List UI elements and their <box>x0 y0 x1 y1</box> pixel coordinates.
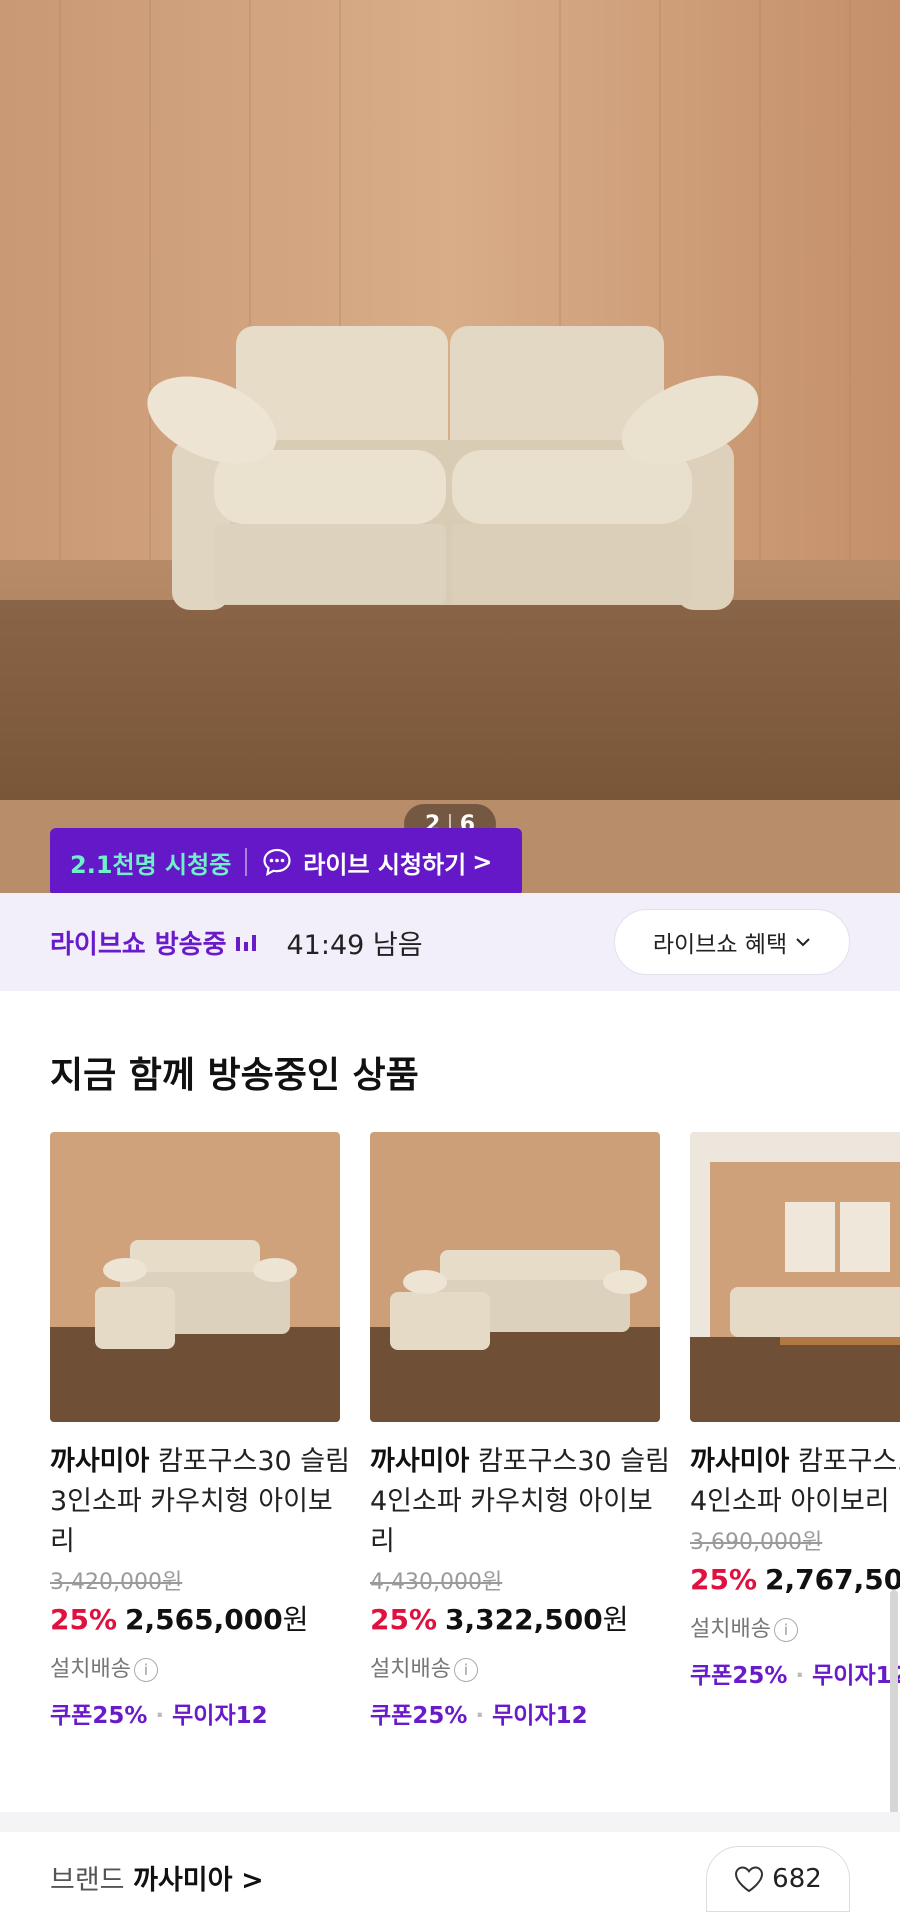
product-card[interactable]: 까사미아 캄포구스30 슬림 4인소파 카우치형 아이보리 4,430,000원… <box>370 1132 670 1734</box>
watch-live-label: 라이브 시청하기 <box>303 850 467 879</box>
chat-bubble-icon <box>263 848 291 877</box>
live-status-text: 라이브쇼 방송중 <box>50 929 227 960</box>
sofa-photo <box>0 0 900 893</box>
product-name: 까사미아 캄포구스30 슬림 3인소파 카우치형 아이보리 <box>50 1442 350 1562</box>
coupon-tag: 쿠폰25% <box>50 1703 148 1729</box>
time-remaining: 41:49 남음 <box>286 929 423 961</box>
live-benefit-button[interactable]: 라이브쇼 혜택 <box>614 909 850 975</box>
section-title: 지금 함께 방송중인 상품 <box>50 1055 419 1096</box>
product-thumbnail <box>50 1132 340 1422</box>
shipping-type: 설치배송 <box>690 1617 771 1642</box>
product-name: 까사미아 캄포구스30 슬림 4인소파 아이보리 <box>690 1442 900 1522</box>
discount-rate: 25% <box>690 1563 758 1596</box>
live-watch-banner[interactable]: 2.1천명 시청중 라이브 시청하기 > <box>50 828 522 908</box>
brand-name: 까사미아 <box>133 1865 233 1896</box>
discount-rate: 25% <box>370 1603 438 1636</box>
hero-product-image[interactable]: 2 | 6 <box>0 0 900 893</box>
shipping-type: 설치배송 <box>50 1657 131 1682</box>
like-count: 682 <box>772 1864 822 1894</box>
live-status-bar: 라이브쇼 방송중 41:49 남음 라이브쇼 혜택 <box>0 893 900 991</box>
heart-icon <box>735 1866 764 1893</box>
shipping-info: 설치배송 i <box>50 1652 340 1688</box>
original-price: 4,430,000원 <box>370 1570 503 1595</box>
scrollbar[interactable] <box>890 1590 898 1830</box>
original-price: 3,420,000원 <box>50 1570 183 1595</box>
product-thumbnail <box>370 1132 660 1422</box>
benefit-tags: 쿠폰25% · 무이자12 <box>50 1703 268 1729</box>
viewer-count: 2.1천명 시청중 <box>70 850 232 879</box>
section-divider <box>0 1812 900 1832</box>
product-carousel[interactable]: 까사미아 캄포구스30 슬림 3인소파 카우치형 아이보리 3,420,000원… <box>50 1132 900 1742</box>
info-icon[interactable]: i <box>773 1618 798 1642</box>
product-brand: 까사미아 <box>370 1446 470 1477</box>
currency-unit: 원 <box>602 1603 629 1636</box>
price-value: 2,565,000 <box>125 1603 283 1636</box>
price-value: 3,322,500 <box>445 1603 603 1636</box>
live-benefit-label: 라이브쇼 혜택 <box>652 932 788 958</box>
like-button[interactable]: 682 <box>706 1846 850 1912</box>
installment-tag: 무이자12 <box>172 1703 268 1729</box>
chevron-right-icon: > <box>241 1865 264 1896</box>
product-card[interactable]: 까사미아 캄포구스30 슬림 3인소파 카우치형 아이보리 3,420,000원… <box>50 1132 350 1734</box>
installment-tag: 무이자12 <box>492 1703 588 1729</box>
benefit-tags: 쿠폰25% · 무이자12 <box>370 1703 588 1729</box>
price-value: 2,767,500 <box>765 1563 900 1596</box>
product-brand: 까사미아 <box>50 1446 150 1477</box>
product-thumbnail <box>690 1132 900 1422</box>
discount-rate: 25% <box>50 1603 118 1636</box>
shipping-type: 설치배송 <box>370 1657 451 1682</box>
info-icon[interactable]: i <box>453 1658 478 1682</box>
info-icon[interactable]: i <box>133 1658 158 1682</box>
coupon-tag: 쿠폰25% <box>370 1703 468 1729</box>
divider <box>245 848 248 876</box>
brand-link[interactable]: 브랜드 까사미아 > <box>50 1858 264 1897</box>
chevron-right-icon: > <box>472 848 493 876</box>
shipping-info: 설치배송 i <box>690 1612 900 1648</box>
benefit-tags: 쿠폰25% · 무이자12 <box>690 1658 900 1694</box>
live-signal-bars-icon <box>235 935 256 951</box>
shipping-info: 설치배송 i <box>370 1652 660 1688</box>
installment-tag: 무이자12 <box>812 1663 900 1689</box>
chevron-down-icon <box>796 938 810 947</box>
currency-unit: 원 <box>282 1603 309 1636</box>
product-card[interactable]: 까사미아 캄포구스30 슬림 4인소파 아이보리 3,690,000원 25%2… <box>690 1132 900 1694</box>
sale-price: 25%2,767,500원 <box>690 1560 900 1600</box>
sale-price: 25% 3,322,500원 <box>370 1600 660 1640</box>
sale-price: 25% 2,565,000원 <box>50 1600 340 1640</box>
brand-label: 브랜드 <box>50 1865 125 1896</box>
product-name: 까사미아 캄포구스30 슬림 4인소파 카우치형 아이보리 <box>370 1442 670 1562</box>
original-price: 3,690,000원 <box>690 1530 823 1555</box>
product-brand: 까사미아 <box>690 1446 790 1477</box>
coupon-tag: 쿠폰25% <box>690 1663 788 1689</box>
